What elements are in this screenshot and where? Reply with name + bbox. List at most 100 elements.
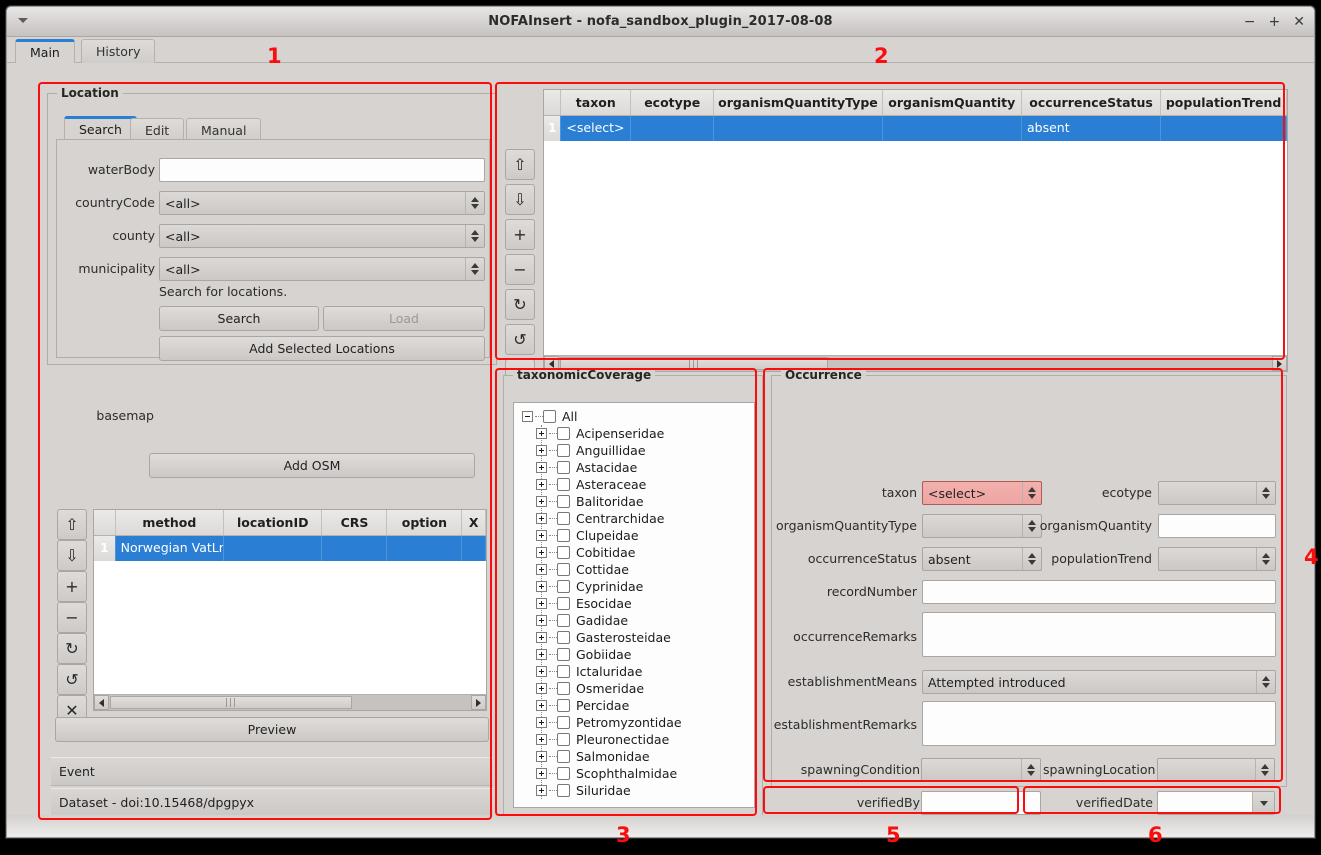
tree-checkbox[interactable] (557, 444, 570, 457)
expand-icon[interactable] (536, 513, 547, 524)
expand-icon[interactable] (536, 581, 547, 592)
column-header-option[interactable]: option (387, 510, 463, 535)
tree-checkbox[interactable] (557, 512, 570, 525)
expand-icon[interactable] (536, 564, 547, 575)
tree-node-esocidae[interactable]: Esocidae (528, 595, 754, 612)
tree-node-petromyzontidae[interactable]: Petromyzontidae (528, 714, 754, 731)
expand-icon[interactable] (536, 649, 547, 660)
cell-locationid[interactable] (224, 536, 323, 561)
tree-checkbox[interactable] (557, 631, 570, 644)
expand-icon[interactable] (536, 547, 547, 558)
verifieddate-dateedit[interactable] (1157, 791, 1275, 815)
countrycode-combo[interactable]: <all> (159, 191, 485, 215)
municipality-combo[interactable]: <all> (159, 257, 485, 281)
scroll-thumb[interactable]: ||| (110, 696, 352, 709)
tree-node-asteraceae[interactable]: Asteraceae (528, 476, 754, 493)
accordion-event[interactable]: Event (51, 757, 493, 786)
tree-checkbox[interactable] (557, 563, 570, 576)
cell-crs[interactable] (322, 536, 388, 561)
location-table-hscrollbar[interactable]: ||| (94, 694, 486, 710)
tree-checkbox[interactable] (557, 750, 570, 763)
expand-icon[interactable] (536, 615, 547, 626)
location-table[interactable]: method locationID CRS option X 1 Norwegi… (93, 509, 487, 711)
populationtrend-combo[interactable] (1158, 547, 1276, 571)
tree-node-centrarchidae[interactable]: Centrarchidae (528, 510, 754, 527)
tree-node-osmeridae[interactable]: Osmeridae (528, 680, 754, 697)
scroll-right-button[interactable] (471, 695, 486, 710)
occurrenceremarks-textarea[interactable] (922, 612, 1276, 657)
cell-organismquantity[interactable] (883, 116, 1022, 141)
tree-checkbox[interactable] (543, 410, 556, 423)
tree-node-root[interactable]: All (522, 408, 754, 425)
occurrence-table[interactable]: taxon ecotype organismQuantityType organ… (543, 89, 1288, 372)
column-header-taxon[interactable]: taxon (561, 90, 632, 115)
occurrence-remove-row-button[interactable]: − (505, 254, 535, 285)
tree-node-gadidae[interactable]: Gadidae (528, 612, 754, 629)
cell-option[interactable] (387, 536, 463, 561)
minimize-button[interactable]: − (1244, 15, 1256, 29)
column-header-populationtrend[interactable]: populationTrend (1161, 90, 1287, 115)
expand-icon[interactable] (536, 666, 547, 677)
column-header-organismquantity[interactable]: organismQuantity (883, 90, 1022, 115)
expand-icon[interactable] (536, 462, 547, 473)
tree-checkbox[interactable] (557, 478, 570, 491)
waterbody-input[interactable] (159, 158, 485, 182)
location-undo-button[interactable]: ↺ (57, 664, 87, 695)
tree-node-cottidae[interactable]: Cottidae (528, 561, 754, 578)
expand-icon[interactable] (536, 479, 547, 490)
tree-node-balitoridae[interactable]: Balitoridae (528, 493, 754, 510)
tree-node-anguillidae[interactable]: Anguillidae (528, 442, 754, 459)
expand-icon[interactable] (536, 598, 547, 609)
ecotype-combo[interactable] (1158, 481, 1276, 505)
location-redo-button[interactable]: ↻ (57, 633, 87, 664)
tree-node-astacidae[interactable]: Astacidae (528, 459, 754, 476)
table-row[interactable]: 1 Norwegian VatLnr (94, 536, 486, 561)
close-button[interactable]: ✕ (1293, 15, 1305, 29)
scroll-left-button[interactable] (94, 695, 109, 710)
maximize-button[interactable]: + (1269, 15, 1281, 29)
expand-icon[interactable] (536, 445, 547, 456)
preview-button[interactable]: Preview (55, 717, 489, 742)
organismquantity-input[interactable] (1158, 514, 1276, 538)
occurrence-move-down-button[interactable]: ⇩ (505, 184, 535, 215)
cell-ecotype[interactable] (631, 116, 715, 141)
tree-checkbox[interactable] (557, 529, 570, 542)
tree-node-cobitidae[interactable]: Cobitidae (528, 544, 754, 561)
location-add-row-button[interactable]: + (57, 571, 87, 602)
expand-icon[interactable] (536, 683, 547, 694)
expand-icon[interactable] (536, 768, 547, 779)
cell-organismquantitytype[interactable] (714, 116, 883, 141)
column-header-organismquantitytype[interactable]: organismQuantityType (714, 90, 883, 115)
column-header-locationid[interactable]: locationID (224, 510, 323, 535)
cell-occurrencestatus[interactable]: absent (1022, 116, 1162, 141)
tree-checkbox[interactable] (557, 495, 570, 508)
expand-icon[interactable] (536, 734, 547, 745)
recordnumber-input[interactable] (922, 580, 1276, 604)
tree-checkbox[interactable] (557, 614, 570, 627)
search-button[interactable]: Search (159, 306, 319, 331)
column-header-x[interactable]: X (462, 510, 486, 535)
tree-checkbox[interactable] (557, 733, 570, 746)
tree-node-salmonidae[interactable]: Salmonidae (528, 748, 754, 765)
tree-checkbox[interactable] (557, 580, 570, 593)
cell-populationtrend[interactable] (1161, 116, 1287, 141)
occurrence-move-up-button[interactable]: ⇧ (505, 149, 535, 180)
tree-node-gobiidae[interactable]: Gobiidae (528, 646, 754, 663)
taxonomiccoverage-tree[interactable]: All Acipenseridae Anguillidae Astacidae Aste… (513, 402, 755, 808)
spawningcondition-combo[interactable] (921, 758, 1041, 782)
expand-icon[interactable] (536, 717, 547, 728)
verifiedby-input[interactable] (921, 791, 1041, 815)
expand-icon[interactable] (536, 428, 547, 439)
establishmentmeans-combo[interactable]: Attempted introduced (922, 670, 1276, 694)
occurrence-add-row-button[interactable]: + (505, 219, 535, 250)
expand-icon[interactable] (536, 496, 547, 507)
tree-checkbox[interactable] (557, 427, 570, 440)
tree-checkbox[interactable] (557, 784, 570, 797)
occurrence-redo-button[interactable]: ↻ (505, 289, 535, 320)
cell-x[interactable] (462, 536, 486, 561)
column-header-ecotype[interactable]: ecotype (631, 90, 715, 115)
tab-history[interactable]: History (81, 39, 156, 63)
tree-checkbox[interactable] (557, 767, 570, 780)
expand-icon[interactable] (536, 751, 547, 762)
tree-checkbox[interactable] (557, 461, 570, 474)
